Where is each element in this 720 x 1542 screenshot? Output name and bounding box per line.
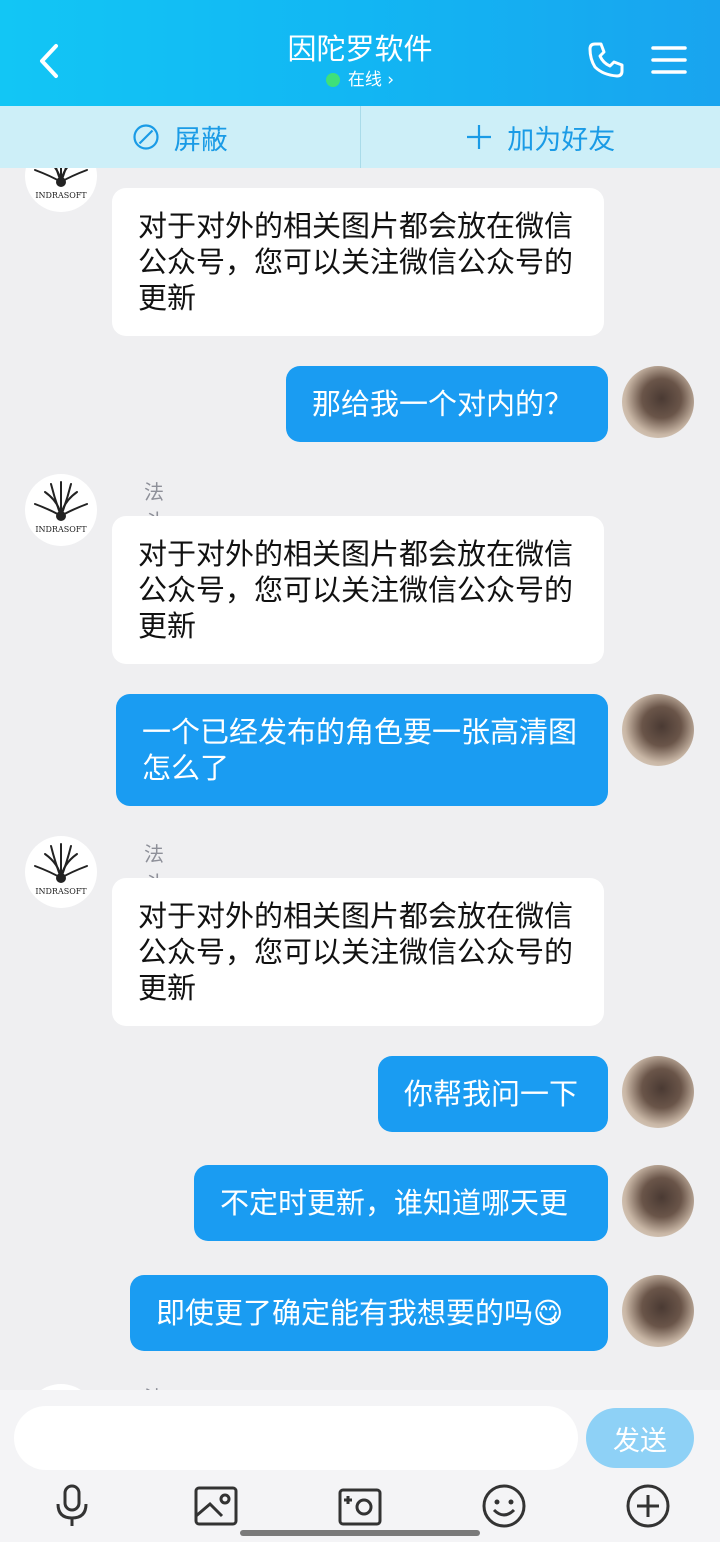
contact-avatar[interactable]: INDRASOFT bbox=[25, 836, 97, 908]
voice-button[interactable] bbox=[48, 1482, 96, 1530]
action-bar: 屏蔽 加为好友 bbox=[0, 106, 720, 168]
block-icon bbox=[133, 124, 159, 150]
message-input[interactable] bbox=[14, 1406, 578, 1470]
message-list[interactable]: INDRASOFT 对于对外的相关图片都会放在微信公众号，您可以关注微信公众号的… bbox=[0, 168, 720, 1390]
plus-circle-icon bbox=[626, 1484, 670, 1528]
message-bubble[interactable]: 对于对外的相关图片都会放在微信公众号，您可以关注微信公众号的更新 bbox=[112, 188, 604, 336]
message-bubble[interactable]: 不定时更新，谁知道哪天更 bbox=[194, 1165, 608, 1241]
emoji-button[interactable] bbox=[480, 1482, 528, 1530]
back-button[interactable] bbox=[28, 36, 72, 86]
indrasoft-logo-icon: INDRASOFT bbox=[34, 481, 88, 534]
composer: 发送 bbox=[0, 1390, 720, 1542]
sender-name: 法斗 bbox=[144, 1382, 164, 1390]
message-bubble[interactable]: 你帮我问一下 bbox=[378, 1056, 608, 1132]
add-friend-button[interactable]: 加为好友 bbox=[361, 106, 720, 168]
online-status-label: 在线 › bbox=[347, 70, 395, 90]
call-button[interactable] bbox=[586, 40, 626, 80]
user-avatar[interactable] bbox=[622, 1165, 694, 1237]
svg-text:INDRASOFT: INDRASOFT bbox=[35, 525, 87, 534]
online-dot-icon bbox=[325, 73, 340, 87]
message-bubble[interactable]: 即使更了确定能有我想要的吗😋 bbox=[130, 1275, 608, 1351]
emoji-icon bbox=[482, 1484, 526, 1528]
plus-icon bbox=[467, 125, 492, 149]
user-avatar[interactable] bbox=[622, 1056, 694, 1128]
photo-button[interactable] bbox=[192, 1482, 240, 1530]
message-bubble[interactable]: 那给我一个对内的？ bbox=[286, 366, 608, 442]
user-avatar[interactable] bbox=[622, 366, 694, 438]
svg-text:INDRASOFT: INDRASOFT bbox=[35, 191, 87, 200]
menu-button[interactable] bbox=[650, 40, 688, 80]
chat-header: 因陀罗软件 在线 › bbox=[0, 0, 720, 106]
phone-icon bbox=[588, 42, 624, 78]
camera-button[interactable] bbox=[336, 1482, 384, 1530]
message-bubble[interactable]: 对于对外的相关图片都会放在微信公众号，您可以关注微信公众号的更新 bbox=[112, 516, 604, 664]
contact-avatar[interactable]: INDRASOFT bbox=[25, 474, 97, 546]
add-friend-label: 加为好友 bbox=[507, 124, 616, 156]
chat-title-block[interactable]: 因陀罗软件 在线 › bbox=[160, 30, 560, 91]
indrasoft-logo-icon: INDRASOFT bbox=[34, 843, 88, 896]
chat-screen: 因陀罗软件 在线 › 屏蔽 加为好友 INDRASOFT 对于对外的相关图片都会… bbox=[0, 0, 720, 1542]
user-avatar[interactable] bbox=[622, 694, 694, 766]
camera-icon bbox=[338, 1488, 382, 1526]
block-button[interactable]: 屏蔽 bbox=[0, 106, 360, 168]
svg-text:INDRASOFT: INDRASOFT bbox=[35, 887, 87, 896]
contact-avatar[interactable]: INDRASOFT bbox=[25, 168, 97, 212]
microphone-icon bbox=[56, 1484, 88, 1526]
user-avatar[interactable] bbox=[622, 1275, 694, 1347]
block-label: 屏蔽 bbox=[173, 124, 228, 156]
send-button[interactable]: 发送 bbox=[586, 1408, 694, 1468]
online-status[interactable]: 在线 › bbox=[160, 69, 560, 91]
home-indicator bbox=[240, 1530, 480, 1536]
indrasoft-logo-icon: INDRASOFT bbox=[34, 168, 88, 200]
message-bubble[interactable]: 一个已经发布的角色要一张高清图怎么了 bbox=[116, 694, 608, 806]
message-bubble[interactable]: 对于对外的相关图片都会放在微信公众号，您可以关注微信公众号的更新 bbox=[112, 878, 604, 1026]
menu-icon bbox=[651, 46, 687, 74]
chat-title: 因陀罗软件 bbox=[287, 32, 433, 66]
image-icon bbox=[194, 1486, 238, 1526]
composer-toolbar bbox=[0, 1482, 720, 1532]
more-button[interactable] bbox=[624, 1482, 672, 1530]
chevron-left-icon bbox=[40, 44, 58, 78]
